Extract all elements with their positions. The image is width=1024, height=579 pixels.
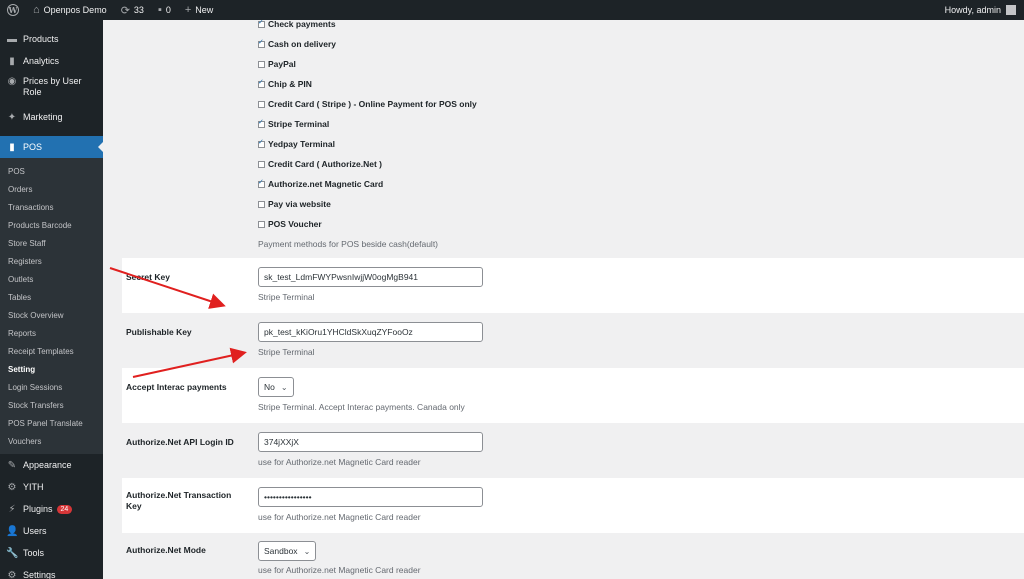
annotation-arrow (132, 347, 247, 378)
annotation-arrows (109, 267, 247, 378)
annotation-arrow (109, 267, 226, 309)
